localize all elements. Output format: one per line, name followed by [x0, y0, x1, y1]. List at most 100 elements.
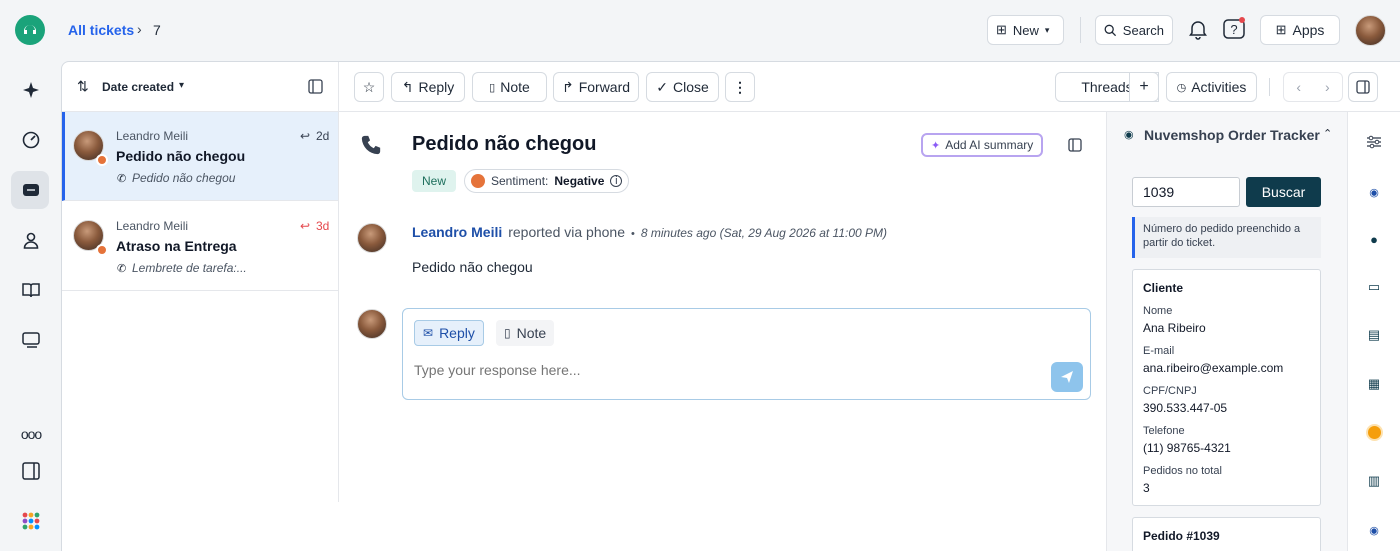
- ticket-list-item[interactable]: Leandro Meili ↩ 2d Pedido não chegou ✆ P…: [62, 112, 338, 201]
- message-body: Pedido não chegou: [412, 259, 533, 275]
- info-icon[interactable]: i: [610, 175, 623, 187]
- field-label: Nome: [1143, 305, 1173, 317]
- sort-dropdown[interactable]: Date created: [102, 80, 174, 94]
- send-button[interactable]: [1051, 362, 1083, 392]
- add-ai-summary-button[interactable]: ✦ Add AI summary: [921, 133, 1044, 157]
- chevron-right-icon: ›: [137, 21, 142, 37]
- chevron-left-icon[interactable]: ‹: [1296, 79, 1301, 95]
- new-button[interactable]: ⊞ New ▾: [987, 15, 1064, 45]
- message-timestamp: 8 minutes ago (Sat, 29 Aug 2026 at 11:00…: [640, 226, 888, 240]
- app-cart-icon: ◉: [1124, 129, 1134, 141]
- field-value: 390.533.447-05: [1143, 401, 1228, 415]
- message-author[interactable]: Leandro Meili: [412, 224, 502, 240]
- field-value: 3: [1143, 481, 1150, 495]
- calendar-app-icon[interactable]: ▦: [1364, 374, 1384, 394]
- more-options-button[interactable]: ⋮: [725, 72, 755, 102]
- response-input[interactable]: [414, 359, 1014, 381]
- tickets-icon[interactable]: [18, 177, 44, 203]
- activities-button[interactable]: ◷ Activities: [1166, 72, 1257, 102]
- star-button[interactable]: ☆: [354, 72, 384, 102]
- app-logo-icon[interactable]: [15, 15, 45, 45]
- bell-icon[interactable]: [1187, 18, 1209, 40]
- note-button[interactable]: ▯ Note: [472, 72, 547, 102]
- sort-icon[interactable]: ⇅: [77, 78, 89, 95]
- search-icon: [1104, 24, 1117, 36]
- threads-button-label: Threads: [1081, 79, 1133, 95]
- breadcrumb-all-tickets[interactable]: All tickets: [68, 22, 134, 38]
- reply-age-icon: ↩: [300, 129, 311, 143]
- close-button-label: Close: [672, 79, 709, 95]
- reply-button[interactable]: ↰ Reply: [391, 72, 465, 102]
- phone-icon: ✆: [117, 263, 127, 275]
- toggle-sidebar-button[interactable]: [1348, 72, 1378, 102]
- ticket-pager[interactable]: ‹ ›: [1283, 72, 1343, 102]
- client-heading: Cliente: [1143, 281, 1184, 295]
- reply-age-icon: ↩: [300, 219, 311, 233]
- note-button-label: Note: [500, 79, 530, 95]
- contact-app-icon[interactable]: ●: [1364, 229, 1384, 249]
- plus-square-icon: ⊞: [996, 22, 1007, 37]
- reply-button-label: Reply: [418, 79, 455, 95]
- search-order-button[interactable]: Buscar: [1246, 177, 1321, 207]
- app-panel-title: Nuvemshop Order Tracker: [1144, 127, 1320, 143]
- field-label: E-mail: [1143, 345, 1175, 357]
- more-vertical-icon: ⋮: [733, 78, 747, 95]
- knowledge-book-icon[interactable]: [18, 277, 44, 303]
- sparkle-icon[interactable]: [18, 77, 44, 103]
- building-app-icon[interactable]: ▥: [1364, 471, 1384, 491]
- message-meta: Leandro Meili reported via phone • 8 min…: [412, 224, 887, 240]
- composer-reply-tab[interactable]: ✉ Reply: [414, 320, 484, 346]
- ticket-app-icon[interactable]: ▭: [1364, 277, 1384, 297]
- search-button-label: Search: [1122, 22, 1164, 38]
- chevron-right-icon[interactable]: ›: [1325, 79, 1330, 95]
- ai-summary-label: Add AI summary: [945, 138, 1034, 152]
- note-icon: ▯: [489, 81, 496, 94]
- ticket-age: 3d: [316, 219, 330, 233]
- list-column-divider: [338, 62, 339, 502]
- search-button[interactable]: Search: [1095, 15, 1173, 45]
- reply-composer[interactable]: ✉ Reply ▯ Note: [402, 308, 1091, 400]
- sparkle-icon: ✦: [931, 139, 941, 152]
- collapse-list-icon[interactable]: [308, 79, 323, 94]
- ticket-age: 2d: [316, 129, 330, 143]
- ticket-title: Pedido não chegou: [412, 133, 597, 155]
- details-panel-icon[interactable]: [1068, 138, 1082, 152]
- dashboard-icon[interactable]: [18, 127, 44, 153]
- ticket-subject: Atraso na Entrega: [116, 238, 237, 254]
- sentiment-pill: Sentiment: Negative i: [464, 169, 630, 193]
- add-thread-button[interactable]: +: [1129, 72, 1159, 102]
- settings-sliders-icon[interactable]: [1364, 132, 1384, 152]
- composer-note-tab[interactable]: ▯ Note: [496, 320, 555, 346]
- chat-app-icon[interactable]: ▤: [1364, 325, 1384, 345]
- more-dots-icon[interactable]: ooo: [18, 421, 44, 447]
- panel-toggle-icon[interactable]: [18, 458, 44, 484]
- order-card: Pedido #1039: [1132, 517, 1321, 551]
- forward-button[interactable]: ↱ Forward: [553, 72, 639, 102]
- new-button-label: New: [1012, 22, 1039, 38]
- ticket-list-item[interactable]: Leandro Meili ↩ 3d Atraso na Entrega ✆ L…: [62, 202, 338, 291]
- forward-icon: ↱: [561, 78, 574, 95]
- order-number-input[interactable]: [1132, 177, 1240, 207]
- field-value: ana.ribeiro@example.com: [1143, 361, 1284, 375]
- field-label: CPF/CNPJ: [1143, 385, 1197, 397]
- cart-app-icon-2[interactable]: ◉: [1364, 520, 1384, 540]
- orange-app-icon[interactable]: [1364, 422, 1384, 442]
- main-frame: ⇅ Date created ▾ Leandro Meili ↩ 2d Pedi…: [61, 61, 1400, 551]
- close-ticket-button[interactable]: ✓ Close: [646, 72, 719, 102]
- svg-text:?: ?: [1230, 22, 1237, 37]
- user-avatar[interactable]: [1355, 15, 1386, 46]
- star-icon: ☆: [362, 78, 376, 95]
- cart-app-icon[interactable]: ◉: [1364, 182, 1384, 202]
- apps-button[interactable]: ⊞ Apps: [1260, 15, 1340, 45]
- check-circle-icon: ✓: [656, 78, 668, 95]
- contacts-icon[interactable]: [18, 227, 44, 253]
- chevron-down-icon[interactable]: ▾: [179, 80, 184, 91]
- chevron-up-icon[interactable]: ⌃: [1323, 127, 1332, 140]
- app-switcher-icon[interactable]: [18, 508, 44, 534]
- chat-icon[interactable]: [18, 327, 44, 353]
- clock-icon: ◷: [1176, 81, 1187, 94]
- help-icon[interactable]: ?: [1222, 17, 1246, 41]
- ticket-toolbar: ☆ ↰ Reply ▯ Note ↱ Forward ✓ Close ⋮ Thr…: [339, 62, 1400, 112]
- ticket-requester: Leandro Meili: [116, 219, 189, 233]
- field-label: Telefone: [1143, 425, 1185, 437]
